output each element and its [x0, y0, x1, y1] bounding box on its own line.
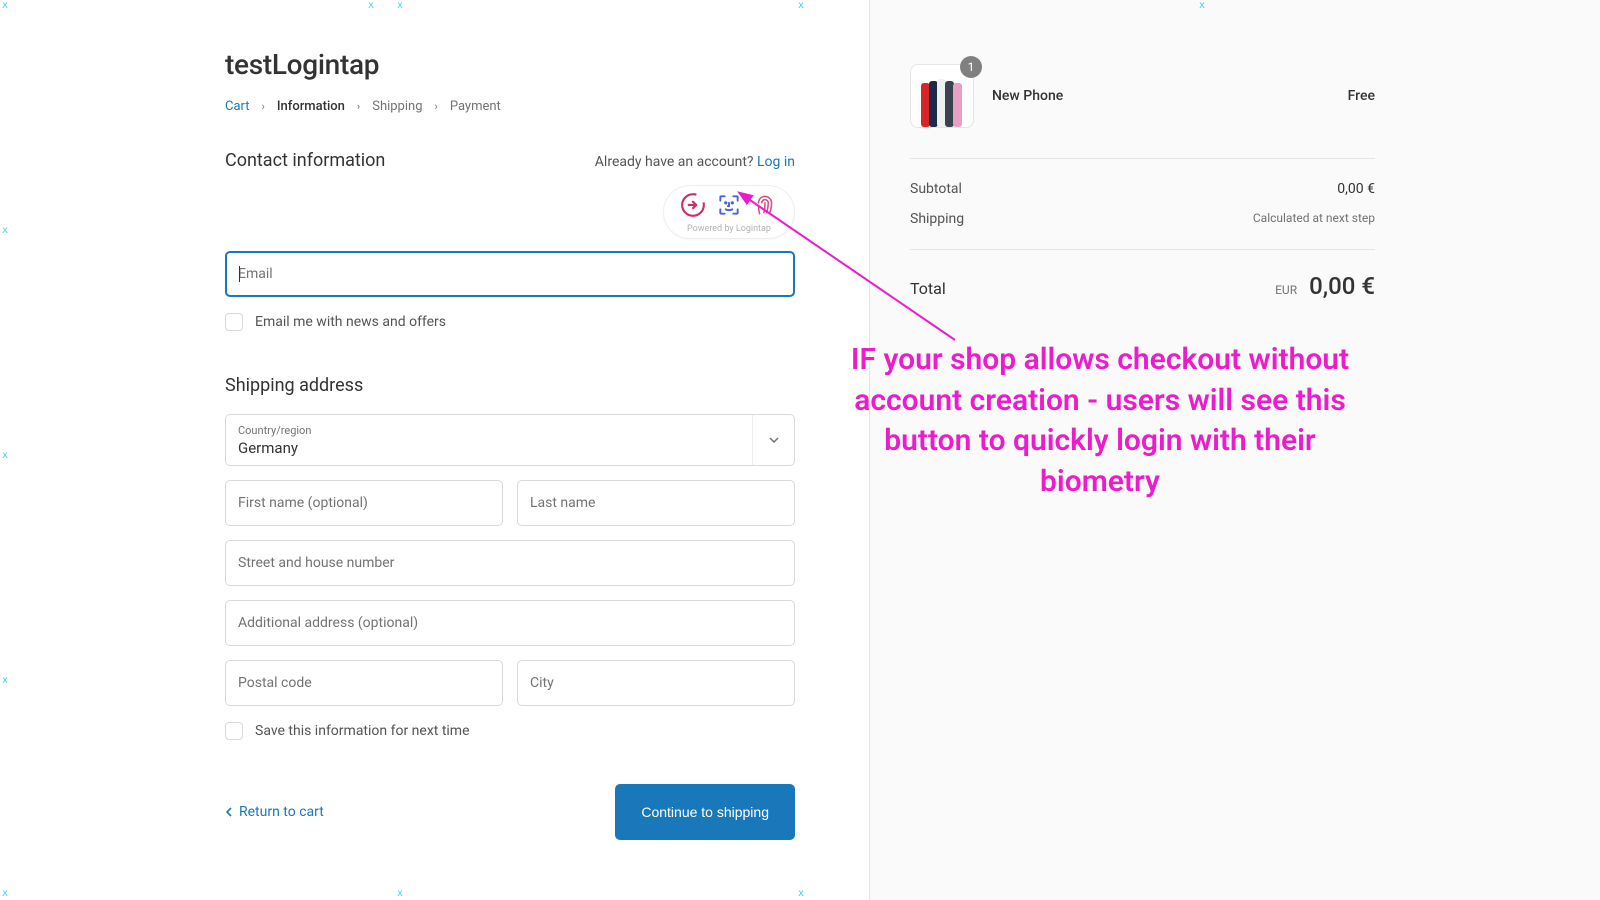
email-field[interactable]	[227, 253, 793, 295]
fingerprint-icon	[752, 192, 778, 222]
postal-code-field[interactable]	[226, 661, 502, 705]
login-link[interactable]: Log in	[757, 154, 795, 170]
quantity-badge: 1	[960, 56, 982, 78]
total-label: Total	[910, 279, 946, 298]
subtotal-label: Subtotal	[910, 181, 962, 197]
subtotal-value: 0,00 €	[1337, 181, 1375, 197]
contact-heading: Contact information	[225, 150, 385, 171]
country-label: Country/region	[238, 424, 782, 437]
chevron-right-icon: ›	[262, 100, 265, 113]
total-value: 0,00 €	[1309, 272, 1375, 300]
cart-item: 1 New Phone Free	[910, 64, 1375, 159]
country-select[interactable]: Country/region Germany	[225, 414, 795, 466]
news-checkbox[interactable]	[225, 313, 243, 331]
breadcrumb-cart[interactable]: Cart	[225, 99, 250, 114]
faceid-icon	[716, 192, 742, 222]
first-name-field[interactable]	[226, 481, 502, 525]
news-checkbox-label: Email me with news and offers	[255, 314, 446, 330]
checkout-form-panel: testLogintap Cart › Information › Shippi…	[0, 0, 870, 900]
return-to-cart-link[interactable]: Return to cart	[225, 804, 324, 820]
save-info-label: Save this information for next time	[255, 723, 470, 739]
shop-title: testLogintap	[225, 48, 795, 81]
shipping-heading: Shipping address	[225, 375, 795, 396]
chevron-right-icon: ›	[435, 100, 438, 113]
logintap-icon	[680, 192, 706, 222]
caret-down-icon	[752, 415, 794, 465]
city-field[interactable]	[518, 661, 794, 705]
order-summary-panel: 1 New Phone Free Subtotal 0,00 € Shippin…	[870, 0, 1600, 900]
breadcrumb-information: Information	[277, 99, 345, 114]
text-caret	[239, 266, 240, 282]
continue-to-shipping-button[interactable]: Continue to shipping	[615, 784, 795, 840]
breadcrumb-payment: Payment	[450, 99, 501, 114]
country-value: Germany	[238, 439, 782, 457]
additional-address-field[interactable]	[226, 601, 794, 645]
already-have-account: Already have an account? Log in	[595, 154, 795, 170]
currency-code: EUR	[1275, 283, 1297, 297]
breadcrumb: Cart › Information › Shipping › Payment	[225, 99, 795, 114]
chevron-right-icon: ›	[357, 100, 360, 113]
chevron-left-icon	[225, 807, 233, 817]
product-price: Free	[1348, 88, 1375, 104]
last-name-field[interactable]	[518, 481, 794, 525]
street-field[interactable]	[226, 541, 794, 585]
shipping-note: Calculated at next step	[1253, 211, 1375, 227]
biometric-login-button[interactable]: Powered by Logintap	[663, 185, 795, 239]
biometry-caption: Powered by Logintap	[687, 224, 771, 234]
breadcrumb-shipping: Shipping	[372, 99, 422, 114]
shipping-label: Shipping	[910, 211, 964, 227]
email-field-wrap	[225, 251, 795, 297]
product-name: New Phone	[992, 88, 1330, 104]
save-info-checkbox[interactable]	[225, 722, 243, 740]
